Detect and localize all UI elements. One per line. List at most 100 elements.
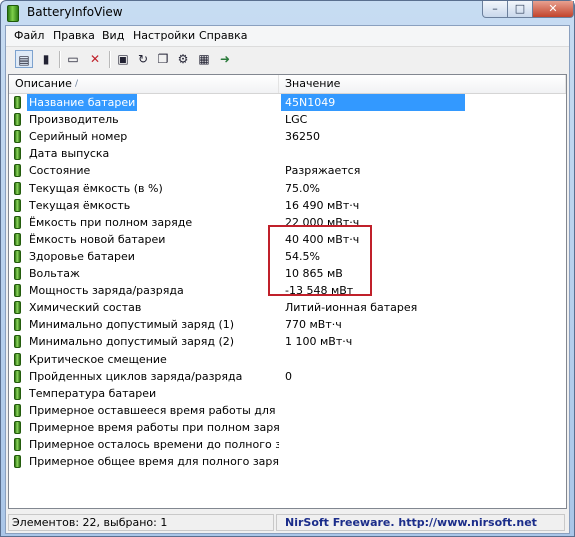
battery-app-icon: [7, 5, 19, 22]
toolbar-separator: [109, 51, 111, 68]
list-item[interactable]: Минимально допустимый заряд (2) 1 100 мВт…: [9, 333, 566, 350]
settings-icon[interactable]: ⚙: [174, 50, 192, 68]
highlight-annotation-box: [268, 225, 372, 296]
list-header: Описание / Значение: [9, 75, 566, 94]
menu-bar: Файл Правка Вид Настройки Справка: [6, 26, 569, 46]
item-description: Производитель: [29, 113, 119, 127]
battery-icon: [14, 455, 21, 469]
list-item[interactable]: Пройденных циклов заряда/разряда 0: [9, 368, 566, 385]
list-item[interactable]: Примерное осталось времени до полного за…: [9, 436, 566, 453]
battery-icon: [14, 96, 21, 109]
close-button[interactable]: ✕: [532, 1, 574, 18]
item-description: Текущая ёмкость: [29, 198, 131, 212]
client-area: Файл Правка Вид Настройки Справка ▤ ▮ ▭ …: [5, 25, 570, 534]
item-description: Критическое смещение: [29, 352, 167, 366]
list-item[interactable]: Состояние Разряжается: [9, 162, 566, 179]
item-description: Серийный номер: [29, 130, 128, 144]
item-description: Название батареи: [27, 94, 138, 111]
maximize-button[interactable]: □: [507, 1, 533, 18]
battery-icon: [14, 403, 21, 417]
status-bar: Элементов: 22, выбрано: 1 NirSoft Freewa…: [6, 512, 569, 533]
window-title: BatteryInfoView: [27, 5, 123, 19]
menu-view[interactable]: Вид: [102, 29, 124, 42]
battery-icon: [14, 301, 21, 315]
item-description: Минимально допустимый заряд (2): [29, 335, 235, 349]
list-item[interactable]: Химический состав Литий-ионная батарея: [9, 299, 566, 316]
battery-icon: [14, 267, 21, 280]
item-description: Температура батареи: [29, 386, 157, 400]
item-description: Химический состав: [29, 301, 142, 315]
battery-icon: [14, 284, 21, 298]
list-item[interactable]: Примерное оставшееся время работы для те…: [9, 402, 566, 419]
status-items-count: Элементов: 22, выбрано: 1: [8, 514, 274, 531]
menu-file[interactable]: Файл: [14, 29, 44, 42]
list-item[interactable]: Критическое смещение: [9, 351, 566, 368]
item-value: LGC: [285, 113, 308, 127]
battery-icon: [14, 369, 21, 383]
battery-icon: [14, 352, 21, 366]
delete-icon[interactable]: ✕: [86, 50, 104, 68]
item-description: Примерное общее время для полного заряда…: [29, 455, 279, 469]
item-description: Ёмкость новой батареи: [29, 232, 166, 246]
copy-icon[interactable]: ❐: [154, 50, 172, 68]
battery-icon: [14, 232, 21, 246]
battery-icon: [14, 215, 21, 229]
battery-icon: [14, 335, 21, 349]
list-item[interactable]: Производитель LGC: [9, 111, 566, 128]
battery-icon: [14, 249, 21, 263]
item-description: Вольтаж: [29, 267, 80, 280]
item-value: 770 мВт·ч: [285, 318, 342, 332]
sort-indicator-icon: /: [75, 79, 79, 89]
item-description: Мощность заряда/разряда: [29, 284, 184, 298]
item-description: Минимально допустимый заряд (1): [29, 318, 235, 332]
battery-icon: [14, 181, 21, 195]
column-header-description[interactable]: Описание /: [9, 75, 279, 93]
list-item[interactable]: Примерное время работы при полном заряде…: [9, 419, 566, 436]
item-description: Пройденных циклов заряда/разряда: [29, 369, 243, 383]
toolbar: ▤ ▮ ▭ ✕ ▣ ↻ ❐ ⚙ ▦ ➜: [6, 46, 569, 73]
list-item[interactable]: Примерное общее время для полного заряда…: [9, 453, 566, 470]
menu-settings[interactable]: Настройки: [133, 29, 195, 42]
item-description: Примерное время работы при полном заряде…: [29, 420, 279, 434]
nirsoft-link[interactable]: NirSoft Freeware. http://www.nirsoft.net: [276, 514, 565, 531]
item-value: 0: [285, 369, 292, 383]
battery-info-list[interactable]: Описание / Значение Название батареи 45N1…: [8, 74, 567, 509]
app-window: BatteryInfoView – □ ✕ Файл Правка Вид На…: [0, 0, 575, 537]
item-description: Дата выпуска: [29, 147, 110, 161]
list-view-icon[interactable]: ▤: [15, 50, 33, 68]
battery-icon: [14, 318, 21, 332]
battery-icon: [14, 130, 21, 144]
item-value: 45N1049: [281, 94, 465, 111]
menu-help[interactable]: Справка: [199, 29, 247, 42]
save-icon[interactable]: ▣: [114, 50, 132, 68]
list-item[interactable]: Минимально допустимый заряд (1) 770 мВт·ч: [9, 316, 566, 333]
list-item[interactable]: Текущая ёмкость 16 490 мВт·ч: [9, 197, 566, 214]
battery-icon: [14, 147, 21, 161]
battery-icon: [14, 164, 21, 178]
refresh-icon[interactable]: ↻: [134, 50, 152, 68]
list-item[interactable]: Название батареи 45N1049: [9, 94, 566, 111]
item-description: Здоровье батареи: [29, 249, 135, 263]
battery-icon: [14, 438, 21, 451]
list-item[interactable]: Серийный номер 36250: [9, 128, 566, 145]
minimize-button[interactable]: –: [482, 1, 508, 18]
column-header-description-label: Описание: [15, 77, 72, 90]
column-header-value[interactable]: Значение: [279, 75, 566, 93]
exit-icon[interactable]: ➜: [216, 50, 234, 68]
item-value: Литий-ионная батарея: [285, 301, 418, 315]
properties-icon[interactable]: ▭: [64, 50, 82, 68]
battery-view-icon[interactable]: ▮: [37, 50, 55, 68]
battery-icon: [14, 420, 21, 434]
battery-icon: [14, 113, 21, 127]
toolbar-separator: [59, 51, 61, 68]
item-description: Примерное оставшееся время работы для те…: [29, 403, 279, 417]
list-item[interactable]: Дата выпуска: [9, 145, 566, 162]
list-item[interactable]: Температура батареи: [9, 385, 566, 402]
menu-edit[interactable]: Правка: [53, 29, 95, 42]
report-icon[interactable]: ▦: [195, 50, 213, 68]
item-description: Примерное осталось времени до полного за…: [29, 438, 279, 451]
list-item[interactable]: Текущая ёмкость (в %) 75.0%: [9, 180, 566, 197]
item-value: Разряжается: [285, 164, 361, 178]
battery-icon: [14, 198, 21, 212]
title-bar[interactable]: BatteryInfoView – □ ✕: [1, 1, 574, 25]
